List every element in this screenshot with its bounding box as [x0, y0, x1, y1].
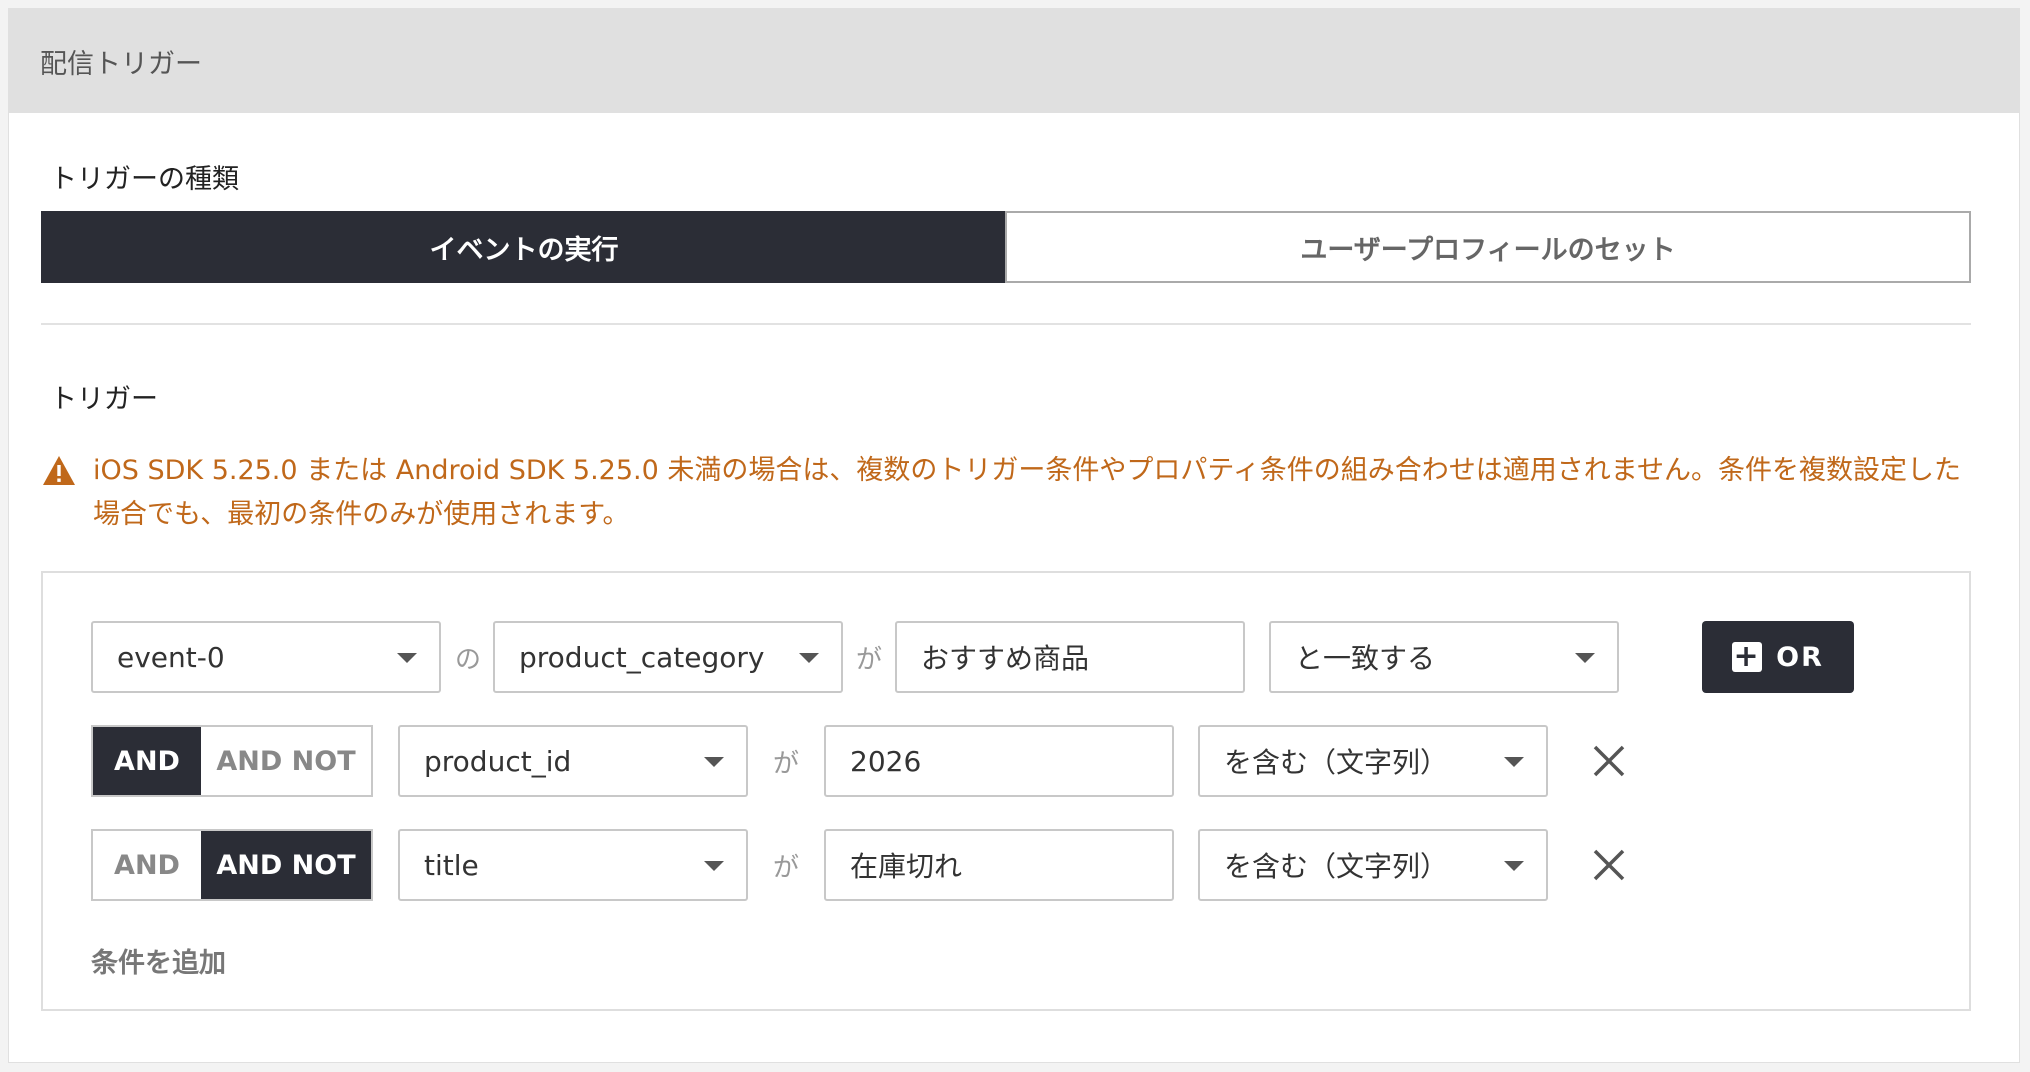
condition-value-text: 在庫切れ: [850, 850, 963, 883]
trigger-type-label: トリガーの種類: [50, 164, 239, 195]
connector-ga: が: [773, 748, 800, 779]
chevron-down-icon: [1504, 861, 1524, 871]
trigger-type-segmented-control: イベントの実行 ユーザープロフィールのセット: [41, 211, 1971, 283]
warning-icon: [43, 456, 75, 485]
remove-condition-icon[interactable]: [1592, 848, 1626, 882]
or-label: OR: [1776, 641, 1824, 673]
condition-operator-value: を含む（文字列）: [1224, 850, 1449, 883]
chevron-down-icon: [1575, 653, 1595, 663]
event-property-select[interactable]: product_category: [493, 621, 843, 693]
panel-title: 配信トリガー: [9, 9, 2019, 113]
connector-no: の: [455, 644, 482, 675]
event-value-text: おすすめ商品: [921, 642, 1090, 675]
condition-property-value: title: [424, 848, 479, 882]
sdk-warning: iOS SDK 5.25.0 または Android SDK 5.25.0 未満…: [41, 449, 1961, 537]
condition-operator-value: を含む（文字列）: [1224, 746, 1449, 779]
connector-ga: が: [856, 644, 883, 675]
chevron-down-icon: [704, 861, 724, 871]
logic-toggle: AND AND NOT: [91, 725, 373, 797]
event-operator-select[interactable]: と一致する: [1269, 621, 1619, 693]
add-condition-link[interactable]: 条件を追加: [91, 941, 226, 980]
condition-property-value: product_id: [424, 744, 572, 778]
trigger-label: トリガー: [50, 384, 158, 415]
condition-value-input[interactable]: 在庫切れ: [824, 829, 1174, 901]
event-select-value: event-0: [117, 640, 225, 674]
condition-value-input[interactable]: 2026: [824, 725, 1174, 797]
condition-property-select[interactable]: product_id: [398, 725, 748, 797]
condition-property-select[interactable]: title: [398, 829, 748, 901]
chevron-down-icon: [397, 653, 417, 663]
plus-icon: +: [1732, 639, 1763, 674]
and-not-toggle[interactable]: AND NOT: [201, 831, 371, 899]
warning-text: iOS SDK 5.25.0 または Android SDK 5.25.0 未満…: [93, 455, 1961, 530]
condition-operator-select[interactable]: を含む（文字列）: [1198, 725, 1548, 797]
add-or-button[interactable]: + OR: [1702, 621, 1854, 693]
event-property-value: product_category: [519, 640, 765, 674]
chevron-down-icon: [799, 653, 819, 663]
and-not-toggle[interactable]: AND NOT: [201, 727, 371, 795]
condition-operator-select[interactable]: を含む（文字列）: [1198, 829, 1548, 901]
trigger-type-event-option[interactable]: イベントの実行: [43, 213, 1005, 281]
event-select[interactable]: event-0: [91, 621, 441, 693]
section-divider: [41, 323, 1971, 325]
connector-ga: が: [773, 852, 800, 883]
and-toggle[interactable]: AND: [93, 831, 201, 899]
trigger-type-user-profile-option[interactable]: ユーザープロフィールのセット: [1005, 211, 1971, 283]
chevron-down-icon: [704, 757, 724, 767]
chevron-down-icon: [1504, 757, 1524, 767]
and-toggle[interactable]: AND: [93, 727, 201, 795]
event-value-input[interactable]: おすすめ商品: [895, 621, 1245, 693]
logic-toggle: AND AND NOT: [91, 829, 373, 901]
event-operator-value: と一致する: [1295, 642, 1436, 675]
condition-value-text: 2026: [850, 744, 922, 778]
remove-condition-icon[interactable]: [1592, 744, 1626, 778]
